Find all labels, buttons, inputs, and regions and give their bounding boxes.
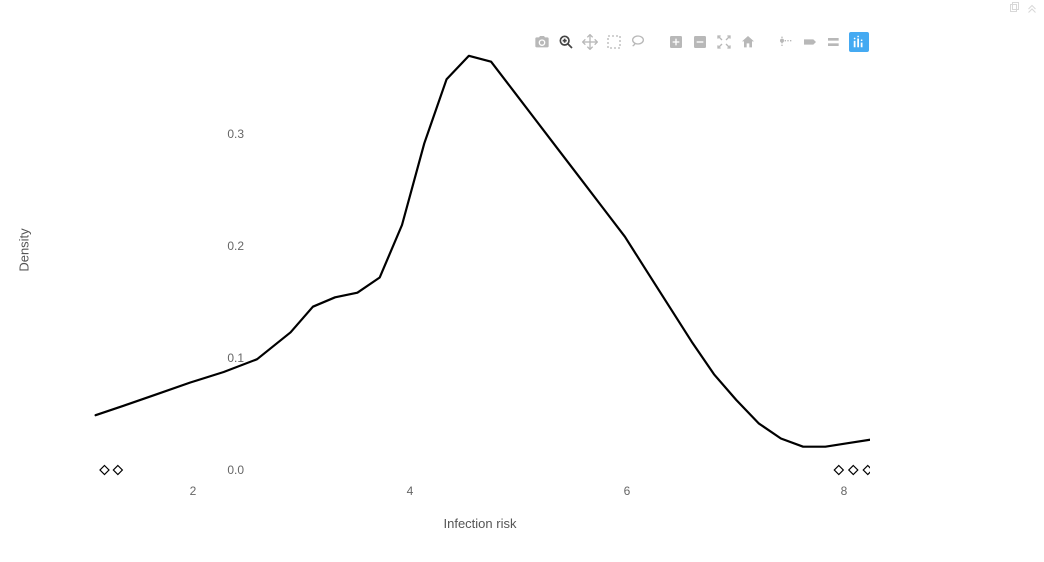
hover-compare-icon[interactable]: [825, 33, 843, 51]
x-axis-label: Infection risk: [0, 516, 960, 531]
outlier-marker[interactable]: [863, 466, 870, 475]
outlier-marker[interactable]: [834, 466, 843, 475]
xtick-4: 4: [380, 484, 440, 498]
plotly-logo-icon[interactable]: [849, 32, 869, 52]
chart-container: Density 0.0 0.1 0.2 0.3 2 4 6 8 Infectio…: [0, 0, 1044, 562]
corner-icons: [1008, 2, 1038, 14]
xtick-6: 6: [597, 484, 657, 498]
pan-icon[interactable]: [581, 33, 599, 51]
y-axis-label: Density: [17, 228, 32, 271]
autoscale-icon[interactable]: [715, 33, 733, 51]
hover-closest-icon[interactable]: [801, 33, 819, 51]
plotly-toolbar: [533, 32, 869, 52]
zoom-out-icon[interactable]: [691, 33, 709, 51]
y-axis-label-wrap: Density: [14, 0, 34, 500]
home-icon[interactable]: [739, 33, 757, 51]
outlier-marker[interactable]: [100, 466, 109, 475]
plot-area[interactable]: [90, 30, 870, 480]
xtick-8: 8: [814, 484, 874, 498]
xtick-2: 2: [163, 484, 223, 498]
copy-icon[interactable]: [1008, 2, 1020, 14]
camera-icon[interactable]: [533, 33, 551, 51]
outlier-marker[interactable]: [113, 466, 122, 475]
spike-icon[interactable]: [777, 33, 795, 51]
outlier-marker[interactable]: [849, 466, 858, 475]
lasso-icon[interactable]: [629, 33, 647, 51]
zoom-in-icon[interactable]: [667, 33, 685, 51]
collapse-up-icon[interactable]: [1026, 2, 1038, 14]
density-curve[interactable]: [96, 56, 870, 447]
zoom-icon[interactable]: [557, 33, 575, 51]
box-select-icon[interactable]: [605, 33, 623, 51]
